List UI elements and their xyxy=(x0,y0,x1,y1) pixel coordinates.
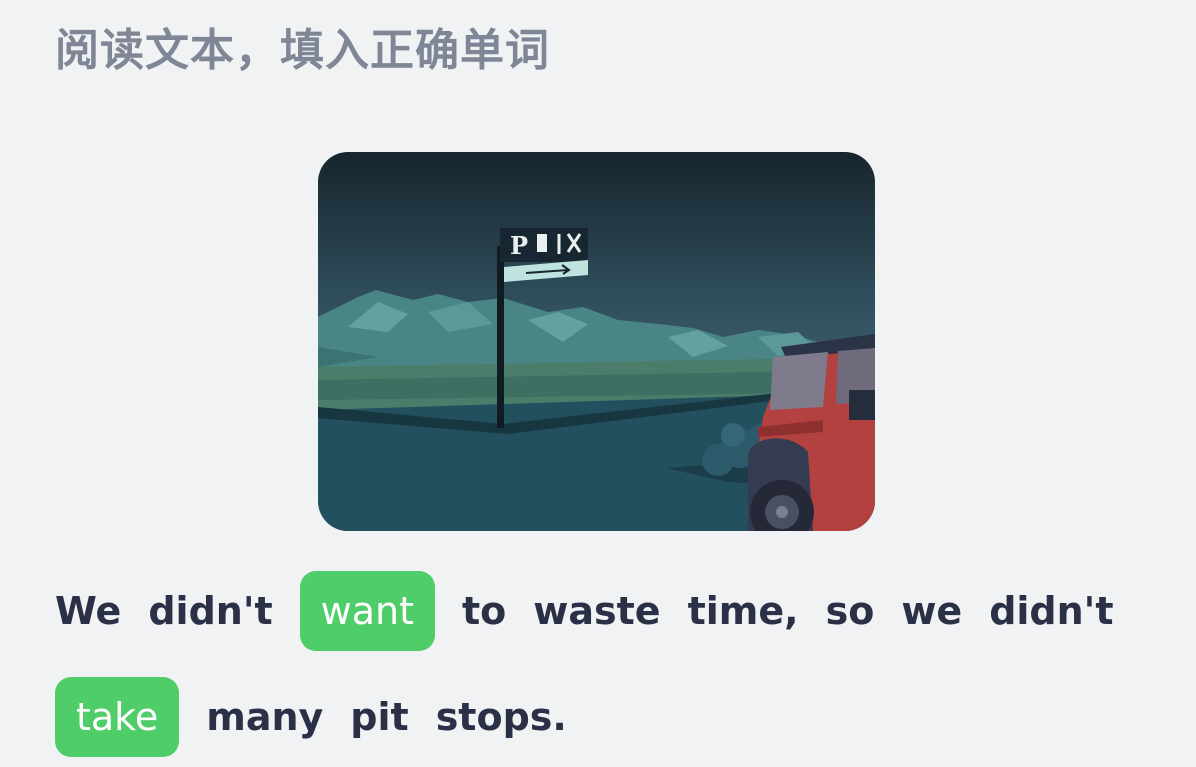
road-trip-illustration: P xyxy=(318,152,875,531)
word: didn't xyxy=(989,589,1114,633)
word: to xyxy=(461,589,507,633)
answer-chip-take[interactable]: take xyxy=(55,677,180,757)
word: waste xyxy=(533,589,661,633)
word: We xyxy=(55,589,122,633)
word: time, xyxy=(687,589,799,633)
answer-chip-want[interactable]: want xyxy=(299,571,435,651)
word: many xyxy=(206,695,324,739)
word: so xyxy=(825,589,875,633)
sentence-line-1: We didn't want to waste time, so we didn… xyxy=(55,571,1113,651)
word: we xyxy=(901,589,963,633)
sign-letter: P xyxy=(510,231,528,260)
word: pit xyxy=(350,695,409,739)
sentence-line-2: take many pit stops. xyxy=(55,677,567,757)
word: stops. xyxy=(435,695,567,739)
page-title: 阅读文本，填入正确单词 xyxy=(55,25,550,76)
word: didn't xyxy=(148,589,273,633)
fuel-pump-icon xyxy=(537,234,547,252)
